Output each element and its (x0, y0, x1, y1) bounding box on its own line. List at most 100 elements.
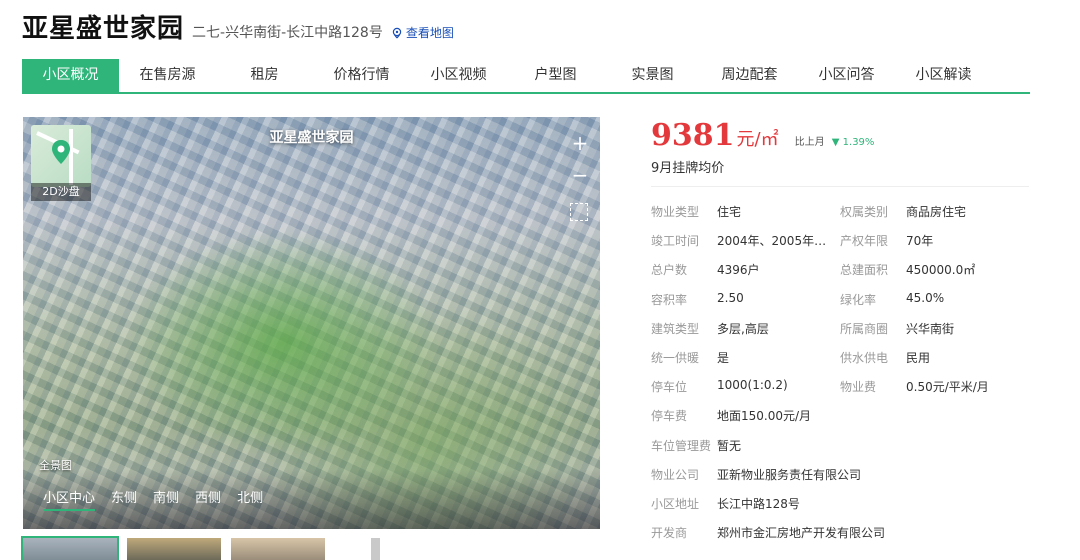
tab-overview[interactable]: 小区概况 (22, 59, 119, 92)
info-value: 2.50 (717, 290, 744, 305)
thumbnail-3[interactable] (231, 538, 325, 560)
tab-surroundings[interactable]: 周边配套 (701, 59, 798, 92)
direction-east[interactable]: 东侧 (111, 487, 137, 511)
info-row: 建筑类型 多层,高层 所属商圈 兴华南街 (651, 320, 1031, 349)
direction-west[interactable]: 西侧 (195, 487, 221, 511)
info-row: 停车位 1000(1:0.2) 物业费 0.50元/平米/月 (651, 378, 1031, 407)
community-title: 亚星盛世家园 (22, 14, 185, 44)
info-key: 车位管理费 (651, 438, 712, 453)
info-row: 车位管理费 暂无 (651, 437, 1031, 466)
view-map-label: 查看地图 (405, 26, 454, 40)
info-value: 长江中路128号 (717, 496, 800, 511)
info-value: 2004年、2005年… (717, 234, 827, 249)
info-value: 45.0% (906, 290, 945, 305)
info-value: 多层,高层 (717, 321, 769, 336)
info-value: 亚新物业服务责任有限公司 (717, 467, 862, 482)
mom-label: 比上月 (794, 137, 825, 148)
price-divider (651, 186, 1029, 187)
thumbnail-4[interactable] (335, 538, 425, 560)
info-key: 统一供暖 (651, 350, 700, 365)
info-key: 停车位 (651, 380, 688, 395)
community-address: 二七-兴华南街-长江中路128号 (192, 25, 383, 41)
view-map-link[interactable]: 查看地图 (391, 20, 454, 46)
info-value: 暂无 (717, 438, 742, 453)
tab-video[interactable]: 小区视频 (410, 59, 507, 92)
info-value: 住宅 (717, 205, 742, 219)
tab-rent[interactable]: 租房 (216, 59, 313, 92)
month-over-month: 比上月 ▼ 1.39% (795, 133, 875, 148)
tab-price-trend[interactable]: 价格行情 (313, 59, 410, 92)
info-value: 1000(1:0.2) (717, 378, 788, 393)
info-value: 是 (717, 350, 730, 365)
aerial-title: 亚星盛世家园 (269, 130, 354, 146)
info-key: 竣工时间 (651, 234, 700, 249)
direction-tabs: 小区中心 东侧 南侧 西侧 北侧 (43, 487, 279, 511)
zoom-controls: + − (568, 127, 592, 191)
info-row: 物业公司 亚新物业服务责任有限公司 (651, 466, 1031, 495)
info-value: 70年 (906, 234, 934, 249)
info-key: 容积率 (651, 292, 688, 307)
info-row: 小区地址 长江中路128号 (651, 495, 1031, 524)
map-pin-icon (52, 140, 70, 164)
info-row: 容积率 2.50 绿化率 45.0% (651, 291, 1031, 320)
avg-price-subtitle: 9月挂牌均价 (651, 161, 725, 176)
thumbnail-strip (21, 536, 435, 560)
info-row: 停车费 地面150.00元/月 (651, 407, 1031, 436)
info-value: 兴华南街 (906, 321, 955, 336)
info-key: 物业费 (840, 380, 877, 395)
thumbnail-1[interactable] (21, 536, 119, 560)
info-key: 产权年限 (840, 234, 889, 249)
thumbnail-2[interactable] (127, 538, 221, 560)
info-key: 总户数 (651, 263, 688, 278)
info-value: 地面150.00元/月 (717, 409, 812, 424)
info-key: 绿化率 (840, 292, 877, 307)
info-value: 450000.0㎡ (906, 263, 976, 278)
info-key: 停车费 (651, 409, 688, 424)
tab-floor-plan[interactable]: 户型图 (507, 59, 604, 92)
info-value: 民用 (906, 350, 931, 365)
info-key: 权属类别 (840, 205, 889, 219)
price-row: 9381 元/㎡ 比上月 ▼ 1.39% (651, 118, 874, 153)
info-row: 统一供暖 是 供水供电 民用 (651, 349, 1031, 378)
info-row: 竣工时间 2004年、2005年… 产权年限 70年 (651, 232, 1031, 261)
info-row: 总户数 4396户 总建面积 450000.0㎡ (651, 261, 1031, 290)
info-row: 物业类型 住宅 权属类别 商品房住宅 (651, 203, 1031, 232)
zoom-in-button[interactable]: + (568, 127, 592, 159)
info-key: 物业公司 (651, 467, 700, 482)
tab-photos[interactable]: 实景图 (604, 59, 701, 92)
mom-change: ▼ 1.39% (832, 137, 875, 148)
info-key: 供水供电 (840, 350, 889, 365)
title-row: 亚星盛世家园 二七-兴华南街-长江中路128号 查看地图 (22, 10, 454, 46)
tab-bar: 小区概况 在售房源 租房 价格行情 小区视频 户型图 实景图 周边配套 小区问答… (22, 59, 1030, 94)
aerial-view[interactable]: 亚星盛世家园 2D沙盘 + − 全景图 小区中心 东侧 南侧 西侧 北侧 (23, 117, 600, 529)
info-value: 0.50元/平米/月 (906, 380, 989, 395)
sandbox-label: 2D沙盘 (31, 183, 91, 201)
avg-price-unit: 元/㎡ (736, 129, 779, 150)
tab-qa[interactable]: 小区问答 (798, 59, 895, 92)
fullscreen-icon[interactable] (570, 203, 588, 221)
info-key: 建筑类型 (651, 321, 700, 336)
zoom-out-button[interactable]: − (568, 159, 592, 191)
direction-south[interactable]: 南侧 (153, 487, 179, 511)
info-value: 4396户 (717, 263, 760, 278)
avg-price-value: 9381 (651, 118, 735, 153)
community-info-table: 物业类型 住宅 权属类别 商品房住宅 竣工时间 2004年、2005年… 产权年… (651, 203, 1031, 553)
info-key: 开发商 (651, 526, 688, 541)
info-key: 所属商圈 (840, 321, 889, 336)
down-arrow-icon: ▼ (831, 137, 840, 148)
info-key: 小区地址 (651, 496, 700, 511)
info-row: 开发商 郑州市金汇房地产开发有限公司 (651, 524, 1031, 553)
mom-change-value: 1.39% (842, 137, 875, 148)
direction-center[interactable]: 小区中心 (43, 487, 96, 511)
sandbox-2d-button[interactable]: 2D沙盘 (31, 125, 91, 201)
info-key: 物业类型 (651, 205, 700, 219)
direction-north[interactable]: 北侧 (237, 487, 263, 511)
info-value: 商品房住宅 (906, 205, 967, 219)
tab-for-sale[interactable]: 在售房源 (119, 59, 216, 92)
panorama-label: 全景图 (39, 459, 72, 472)
tab-analysis[interactable]: 小区解读 (895, 59, 992, 92)
location-pin-icon (392, 27, 402, 39)
map-thumbnail-icon (31, 125, 91, 187)
info-value: 郑州市金汇房地产开发有限公司 (717, 526, 886, 541)
info-key: 总建面积 (840, 263, 889, 278)
